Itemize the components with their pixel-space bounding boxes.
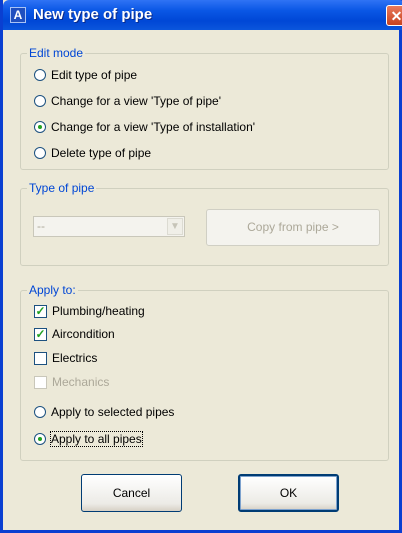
radio-change-view-type-of-pipe[interactable]: Change for a view 'Type of pipe' bbox=[34, 92, 221, 110]
checkbox-label: Mechanics bbox=[52, 375, 110, 389]
type-of-pipe-group: Type of pipe -- ▼ Copy from pipe > bbox=[20, 181, 389, 266]
radio-apply-all-pipes[interactable]: Apply to all pipes bbox=[34, 430, 143, 448]
radio-button[interactable] bbox=[34, 433, 46, 445]
apply-to-group: Apply to: ✓ Plumbing/heating ✓ Aircondit… bbox=[20, 283, 389, 461]
type-of-pipe-legend: Type of pipe bbox=[27, 181, 97, 195]
checkbox-label: Plumbing/heating bbox=[52, 304, 145, 318]
title-bar[interactable]: A New type of pipe bbox=[3, 0, 402, 30]
checkbox-label: Aircondition bbox=[52, 327, 115, 341]
check-aircondition[interactable]: ✓ Aircondition bbox=[34, 325, 115, 343]
radio-apply-selected-pipes[interactable]: Apply to selected pipes bbox=[34, 403, 174, 421]
radio-label: Delete type of pipe bbox=[51, 146, 152, 160]
checkbox[interactable]: ✓ bbox=[34, 304, 47, 318]
edit-mode-group: Edit mode Edit type of pipe Change for a… bbox=[20, 46, 389, 170]
combobox-value: -- bbox=[37, 219, 45, 233]
radio-button[interactable] bbox=[34, 121, 46, 133]
pipe-type-combobox[interactable]: -- ▼ bbox=[33, 216, 185, 237]
checkbox-label: Electrics bbox=[52, 351, 98, 365]
close-icon[interactable]: ✕ bbox=[386, 5, 402, 26]
check-electrics[interactable]: Electrics bbox=[34, 349, 97, 367]
radio-label: Apply to all pipes bbox=[50, 431, 143, 447]
radio-delete-type-of-pipe[interactable]: Delete type of pipe bbox=[34, 144, 151, 162]
ok-button[interactable]: OK bbox=[238, 474, 339, 512]
window-title: New type of pipe bbox=[33, 6, 153, 23]
radio-button[interactable] bbox=[34, 147, 46, 159]
radio-label: Change for a view 'Type of pipe' bbox=[51, 94, 222, 108]
check-mechanics: Mechanics bbox=[34, 373, 109, 391]
checkbox[interactable] bbox=[34, 351, 47, 365]
cancel-button[interactable]: Cancel bbox=[81, 474, 182, 512]
radio-button[interactable] bbox=[34, 95, 46, 107]
radio-edit-type-of-pipe[interactable]: Edit type of pipe bbox=[34, 66, 137, 84]
radio-label: Edit type of pipe bbox=[51, 68, 138, 82]
edit-mode-legend: Edit mode bbox=[27, 46, 86, 60]
radio-label: Apply to selected pipes bbox=[51, 405, 175, 419]
checkbox[interactable]: ✓ bbox=[34, 327, 47, 341]
check-plumbing-heating[interactable]: ✓ Plumbing/heating bbox=[34, 302, 145, 320]
copy-from-pipe-button[interactable]: Copy from pipe > bbox=[206, 209, 380, 246]
radio-change-view-type-of-installation[interactable]: Change for a view 'Type of installation' bbox=[34, 118, 255, 136]
apply-to-legend: Apply to: bbox=[27, 283, 78, 297]
chevron-down-icon[interactable]: ▼ bbox=[167, 218, 183, 235]
checkbox bbox=[34, 375, 47, 389]
autocad-icon: A bbox=[10, 7, 26, 23]
radio-label: Change for a view 'Type of installation' bbox=[51, 120, 256, 134]
radio-button[interactable] bbox=[34, 69, 46, 81]
radio-button[interactable] bbox=[34, 406, 46, 418]
